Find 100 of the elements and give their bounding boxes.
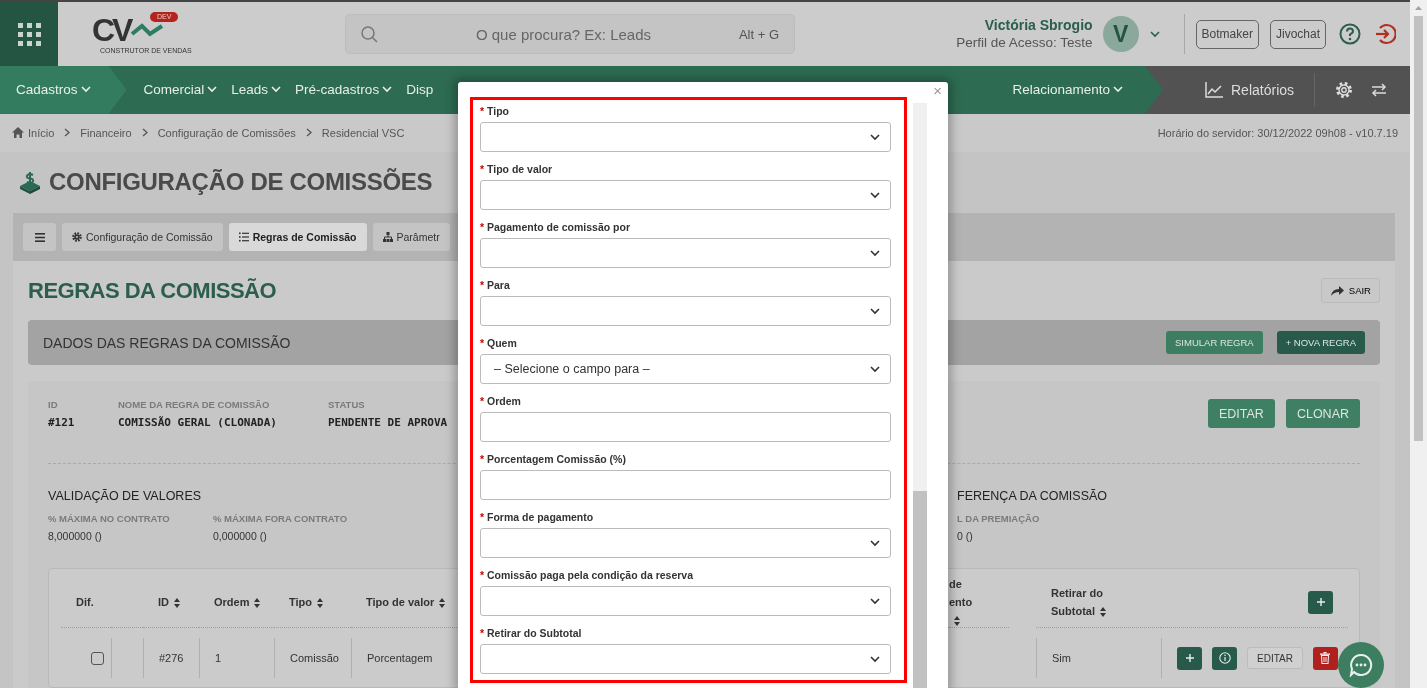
tab[interactable]: Regras de Comissão — [228, 223, 367, 251]
field-value: COMISSÃO GERAL (CLONADA) — [118, 416, 278, 429]
column-header[interactable]: Tipo — [289, 593, 324, 611]
breadcrumb-link[interactable]: Início — [12, 126, 55, 139]
close-button[interactable]: × — [933, 82, 942, 99]
caret-icon — [271, 86, 282, 94]
nav-menu-item[interactable]: Comercial — [136, 66, 225, 114]
exit-button[interactable]: SAIR — [1320, 278, 1380, 303]
nav-menu-item[interactable]: Leads — [224, 66, 289, 114]
group-title: VALIDAÇÃO DE VALORES — [48, 489, 203, 503]
user-name: Victória Sbrogio — [983, 17, 1093, 34]
delete-button[interactable] — [1312, 646, 1338, 670]
server-time: Horário do servidor: 30/12/2022 09h08 - v10.7.19 — [1157, 126, 1398, 139]
field-label: * Porcentagem Comissão (%) — [480, 452, 627, 467]
input-field[interactable] — [480, 412, 891, 442]
column-header[interactable]: Ordem — [214, 593, 262, 611]
money-icon — [18, 170, 42, 195]
field-value: 0 () — [957, 530, 974, 542]
add-button[interactable] — [1177, 646, 1202, 670]
field-label: * Ordem — [480, 394, 522, 409]
chevron-down-icon — [870, 655, 880, 663]
caret-icon — [207, 86, 218, 94]
nav-menu-item[interactable]: Pré-cadastros — [288, 66, 400, 114]
home-icon — [12, 127, 24, 139]
sort-icon[interactable] — [438, 597, 447, 610]
breadcrumb-link[interactable]: Financeiro — [80, 126, 132, 139]
action-button[interactable]: CLONAR — [1285, 399, 1360, 428]
table-cell: Comissão — [290, 652, 339, 664]
caret-icon — [80, 86, 91, 94]
field-label: ID — [48, 399, 59, 410]
action-button[interactable]: SIMULAR REGRA — [1166, 331, 1263, 354]
dropdown[interactable]: – Selecione o campo para – — [480, 354, 891, 384]
nav-menu-item[interactable]: Disp — [399, 66, 441, 114]
sort-icon[interactable] — [173, 597, 181, 610]
avatar[interactable]: V — [1102, 16, 1139, 52]
column-header[interactable]: de ento — [949, 575, 983, 629]
settings-icon[interactable] — [1335, 80, 1354, 99]
grid-icon — [17, 22, 41, 46]
chevron-down-icon — [870, 191, 880, 199]
caret-icon[interactable] — [1149, 30, 1160, 38]
breadcrumb-link[interactable]: Configuração de Comissões — [157, 126, 296, 139]
chevron-down-icon — [870, 597, 880, 605]
field-label: * Quem — [480, 336, 518, 351]
search-field[interactable]: O que procura? Ex: Leads Alt + G — [345, 14, 795, 54]
chevron-down-icon — [870, 307, 880, 315]
info-button[interactable] — [1212, 646, 1237, 670]
action-button[interactable]: EDITAR — [1208, 399, 1275, 428]
chevron-icon — [305, 128, 312, 138]
input-field[interactable] — [480, 470, 891, 500]
column-header[interactable]: ID — [158, 593, 181, 611]
header-button[interactable]: Jivochat — [1269, 19, 1326, 49]
caret-icon — [1113, 86, 1123, 94]
list-icon — [238, 232, 249, 242]
column-header[interactable]: Retirar do Subtotal — [1051, 584, 1121, 620]
tab[interactable]: Parâmetr — [372, 223, 450, 251]
user-profile: Perfil de Acesso: Teste — [956, 34, 1093, 51]
logout-icon[interactable] — [1374, 23, 1396, 45]
hierarchy-icon — [382, 232, 393, 242]
field-label: * Comissão paga pela condição da reserva — [480, 568, 694, 583]
nav-menu-item[interactable]: Relacionamento — [1005, 66, 1145, 114]
field-label: % MÁXIMA FORA CONTRATO — [213, 513, 349, 524]
add-button[interactable] — [1308, 590, 1333, 614]
wave-icon — [130, 21, 165, 38]
edit-button[interactable]: EDITAR — [1247, 647, 1303, 669]
field-label: % MÁXIMA NO CONTRATO — [48, 513, 171, 524]
column-header[interactable]: Tipo de valor — [366, 593, 447, 611]
sort-icon[interactable] — [1099, 606, 1107, 619]
sort-icon[interactable] — [316, 597, 324, 610]
menu-button[interactable] — [23, 223, 56, 251]
gear-icon — [72, 232, 82, 242]
search-input[interactable]: O que procura? Ex: Leads — [378, 25, 739, 43]
modal-scrollbar[interactable] — [913, 103, 927, 688]
page-title: CONFIGURAÇÃO DE COMISSÕES — [49, 168, 433, 197]
action-button[interactable]: + NOVA REGRA — [1276, 331, 1365, 354]
chevron-down-icon — [870, 249, 880, 257]
help-icon[interactable] — [1339, 23, 1361, 45]
scrollbar[interactable] — [1410, 0, 1427, 688]
column-header[interactable]: Dif. — [76, 593, 94, 611]
field-label: L DA PREMIAÇÃO — [957, 513, 1041, 524]
field-label: * Tipo de valor — [480, 162, 554, 177]
plus-icon — [1185, 654, 1194, 662]
sort-icon[interactable] — [253, 597, 262, 610]
table-cell: 1 — [215, 652, 222, 664]
swap-icon[interactable] — [1371, 82, 1388, 97]
table-cell: Sim — [1052, 652, 1071, 664]
tab[interactable]: Configuração de Comissão — [62, 223, 223, 251]
shortcut-hint: Alt + G — [738, 26, 779, 42]
search-icon — [361, 25, 378, 43]
checkbox[interactable] — [91, 651, 104, 665]
breadcrumb-link[interactable]: Residencial VSC — [321, 126, 405, 139]
field-label: * Tipo — [480, 104, 510, 119]
chart-icon — [1205, 81, 1223, 98]
plus-icon — [1316, 598, 1325, 606]
reports-link[interactable]: Relatórios — [1205, 81, 1295, 98]
header-button[interactable]: Botmaker — [1195, 19, 1259, 49]
table-cell: #276 — [159, 652, 184, 664]
field-label: * Pagamento de comissão por — [480, 220, 631, 235]
apps-button[interactable] — [0, 2, 58, 66]
nav-menu-item[interactable]: Cadastros — [0, 66, 127, 114]
sort-icon[interactable] — [953, 615, 961, 628]
